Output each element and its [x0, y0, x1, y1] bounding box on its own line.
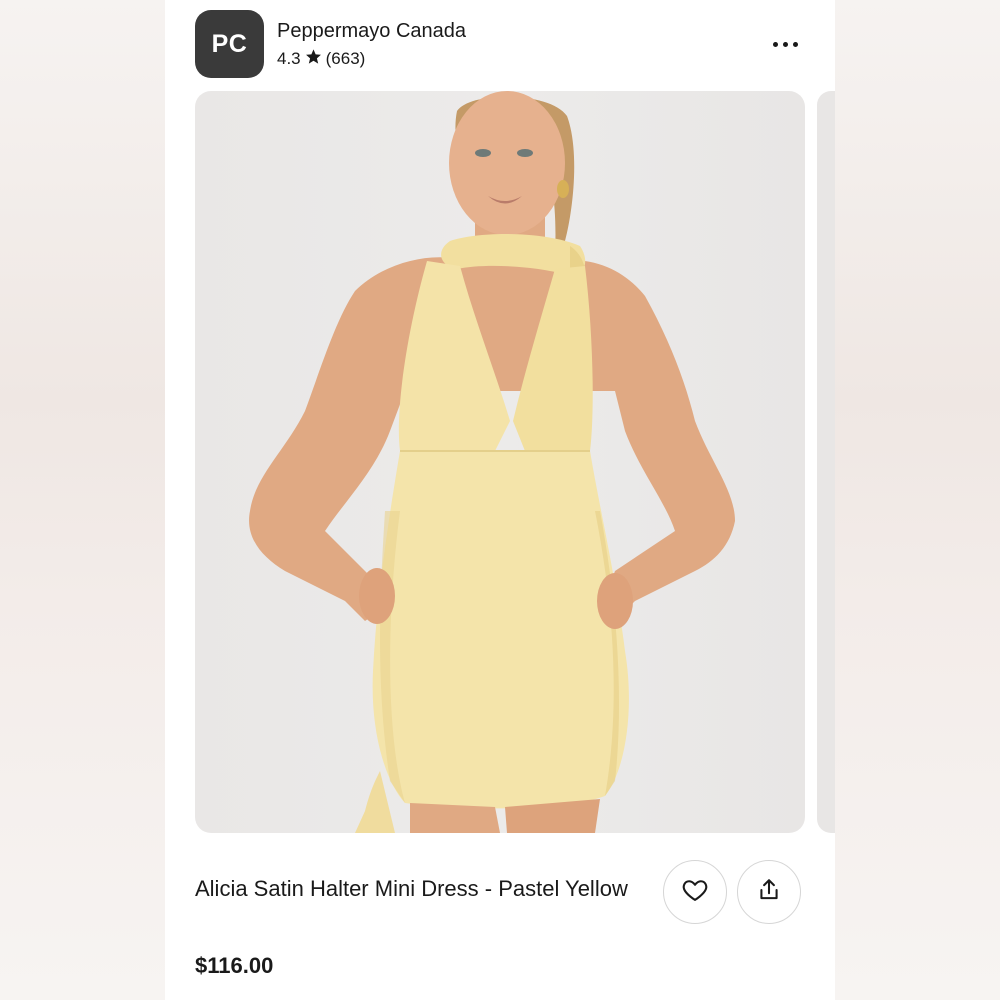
background-right — [835, 0, 1000, 1000]
star-icon — [305, 48, 322, 70]
more-dot — [782, 41, 788, 47]
heart-icon — [681, 876, 709, 909]
more-horizontal-icon — [772, 41, 778, 47]
product-card: PC Peppermayo Canada 4.3 (663) Alicia Sa… — [165, 0, 835, 1000]
rating-value: 4.3 — [277, 49, 301, 68]
product-image[interactable] — [195, 91, 805, 833]
store-name[interactable]: Peppermayo Canada — [277, 20, 466, 43]
more-dot — [792, 41, 798, 47]
next-image-peek[interactable] — [817, 91, 835, 833]
background-left — [0, 0, 165, 1000]
store-header: PC Peppermayo Canada 4.3 (663) — [195, 10, 805, 80]
store-rating: 4.3 (663) — [277, 48, 365, 70]
product-price: $116.00 — [195, 953, 274, 978]
favorite-button[interactable] — [663, 860, 727, 924]
product-photo — [249, 91, 735, 833]
share-button[interactable] — [737, 860, 801, 924]
review-count: (663) — [325, 49, 366, 68]
share-icon — [756, 877, 782, 908]
store-avatar[interactable]: PC — [195, 10, 264, 78]
more-options-button[interactable] — [765, 30, 805, 58]
product-title[interactable]: Alicia Satin Halter Mini Dress - Pastel … — [195, 872, 635, 906]
